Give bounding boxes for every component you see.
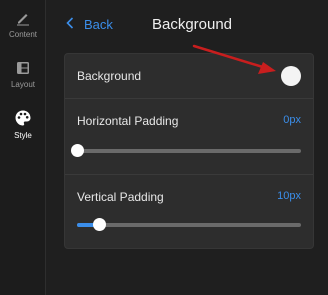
slider-thumb[interactable] [93,218,107,231]
sidebar-item-content[interactable]: Content [0,10,46,52]
slider-track [77,223,301,227]
vertical-padding-row: Vertical Padding 10px [65,175,313,250]
settings-panel: Background Horizontal Padding 0px Vertic… [64,53,314,249]
sidebar-item-label: Content [8,30,38,39]
layout-icon [15,60,31,76]
horizontal-padding-label: Horizontal Padding [77,114,179,128]
background-row: Background [65,54,313,99]
background-toggle[interactable] [281,66,301,86]
page-title: Background [151,16,233,33]
sidebar-item-label: Style [14,131,32,140]
palette-icon [14,109,32,127]
sidebar-item-layout[interactable]: Layout [0,60,46,102]
horizontal-padding-row: Horizontal Padding 0px [65,99,313,175]
header: Back Background [46,0,328,52]
horizontal-padding-slider[interactable] [71,144,301,158]
vertical-padding-value: 10px [277,190,301,202]
vertical-padding-slider[interactable] [77,218,301,232]
sidebar: Content Layout Style [0,0,46,295]
slider-thumb[interactable] [71,144,84,157]
sidebar-item-style[interactable]: Style [0,109,46,151]
vertical-padding-label: Vertical Padding [77,190,164,204]
pencil-icon [15,10,31,26]
sidebar-item-label: Layout [10,80,36,89]
horizontal-padding-value: 0px [283,114,301,126]
background-label: Background [77,69,142,83]
slider-track [77,149,301,153]
